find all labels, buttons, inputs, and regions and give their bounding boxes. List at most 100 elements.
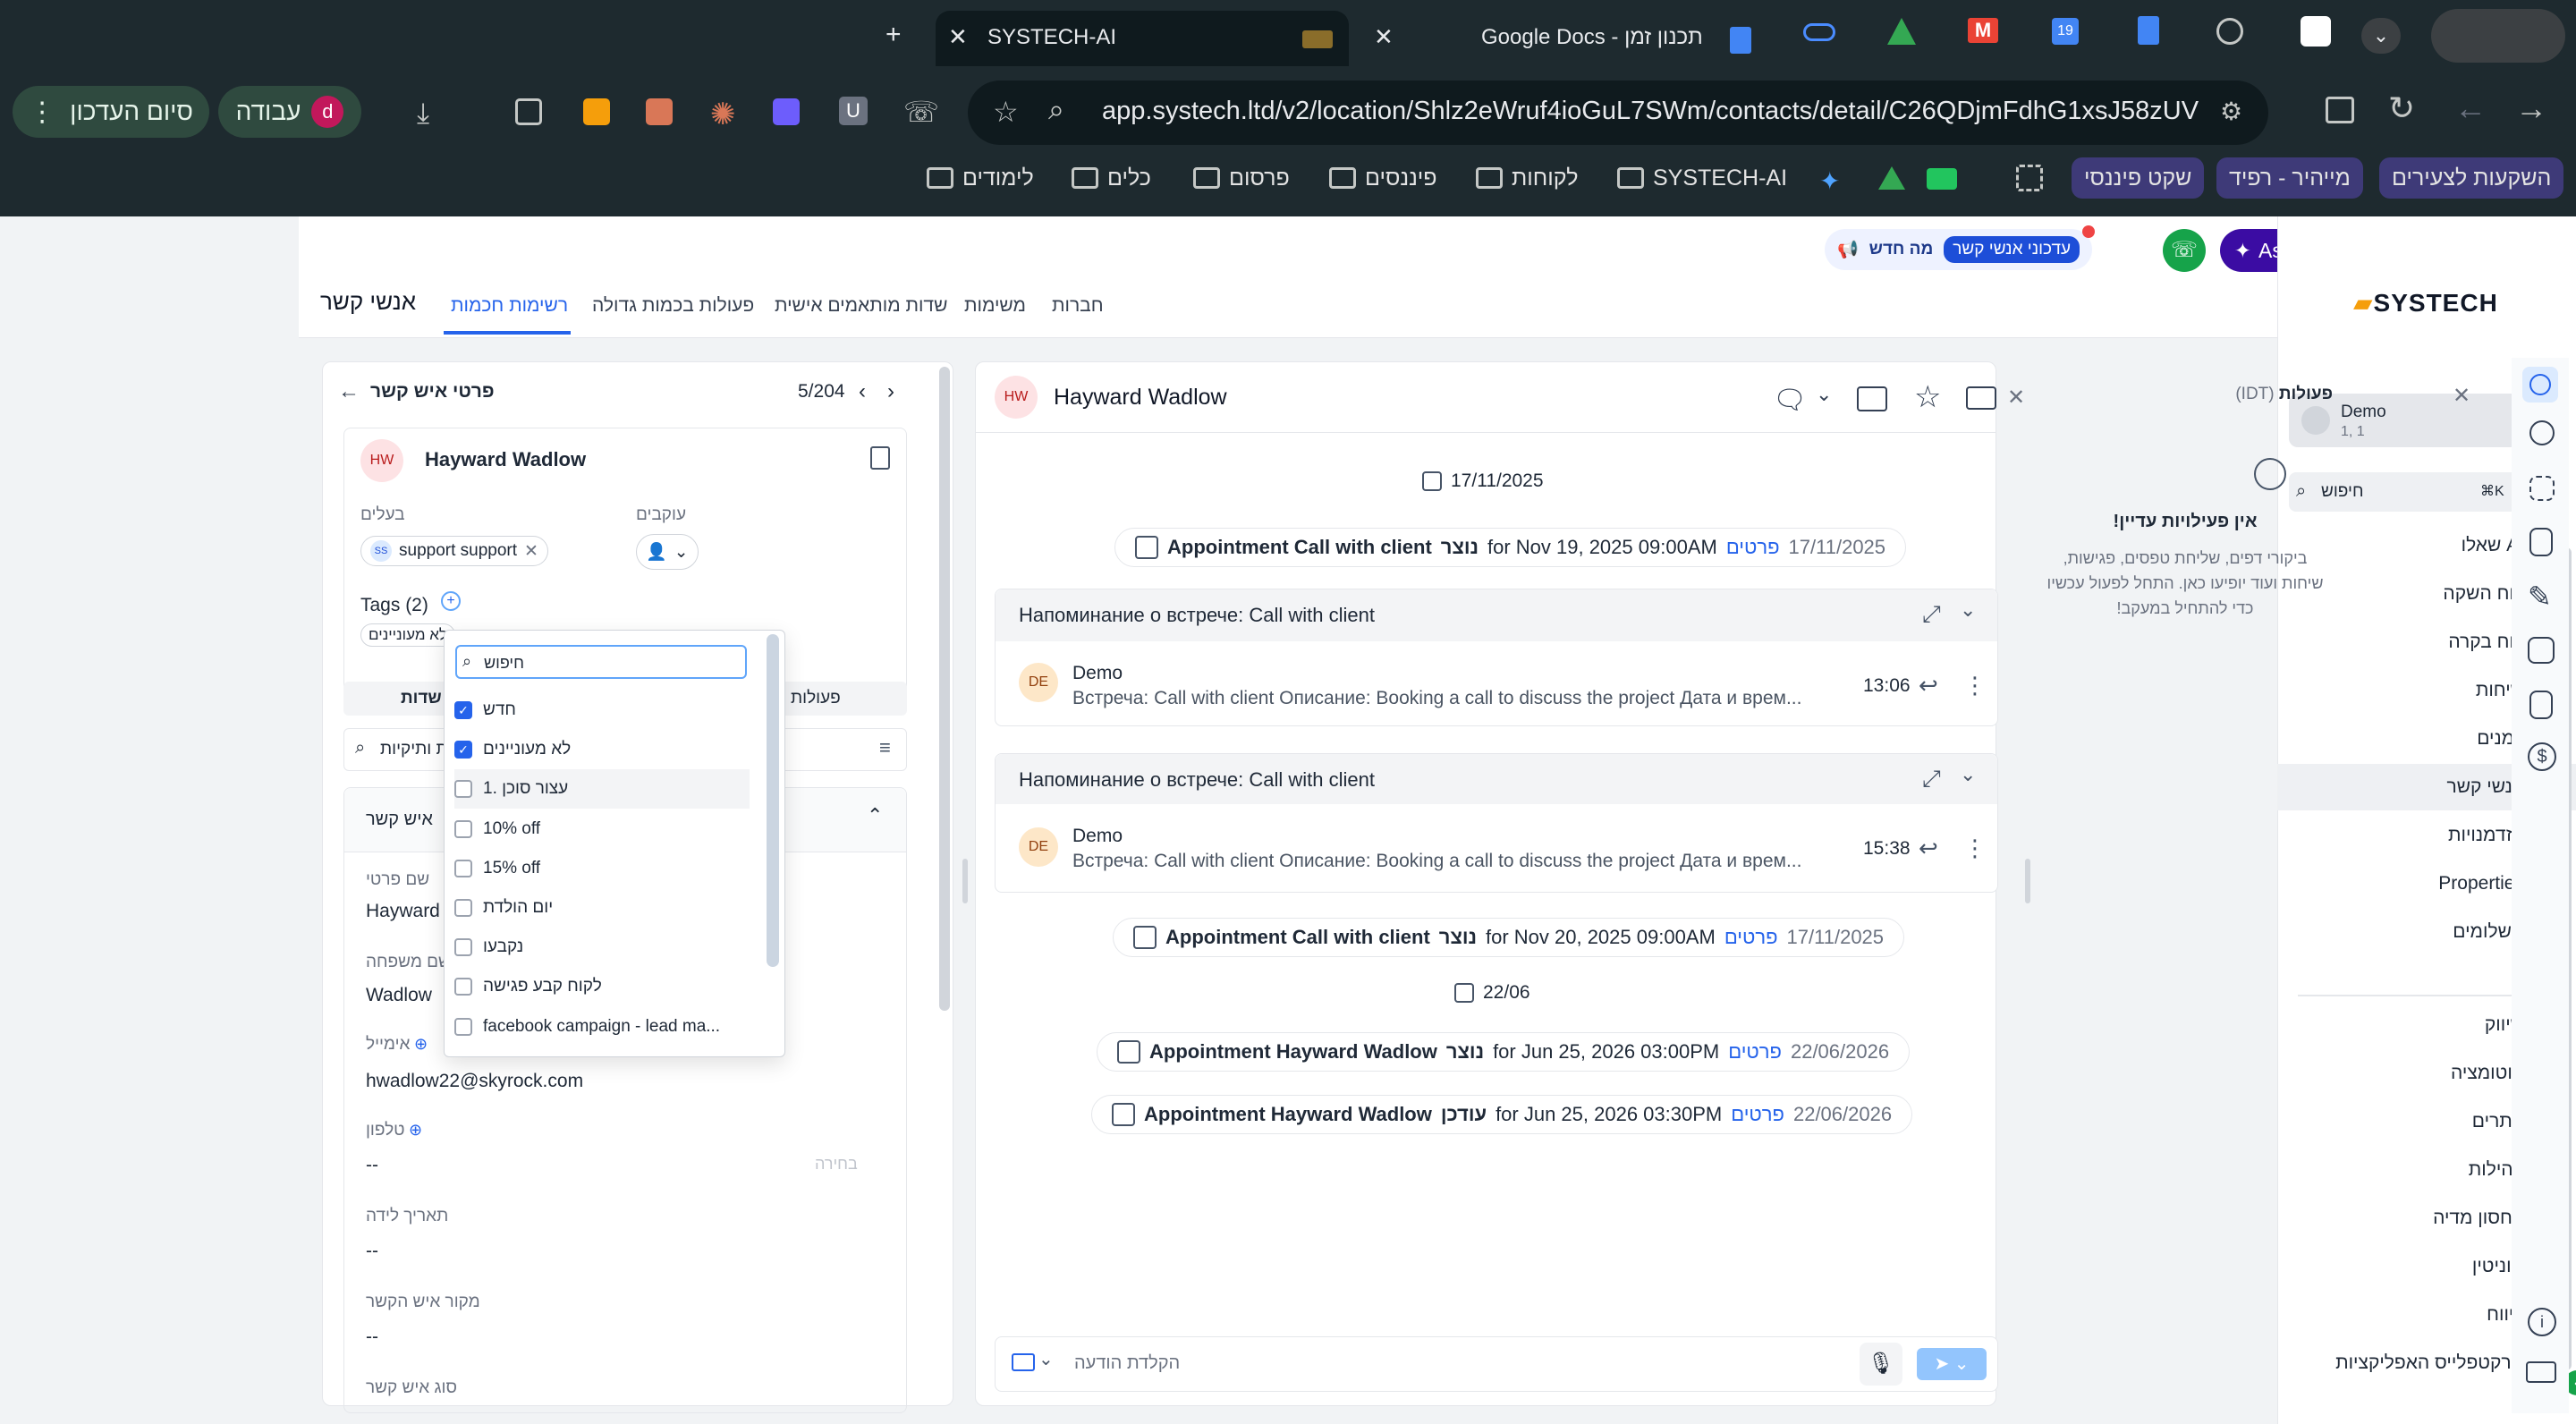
last-name-value[interactable]: Wadlow — [366, 985, 432, 1006]
search-box[interactable]: ⌕ חיפוש ⌘K — [2289, 472, 2523, 512]
tab-tasks[interactable]: משימות — [964, 295, 1026, 317]
meta-icon[interactable] — [1803, 23, 1835, 41]
gmail-icon[interactable]: M — [1968, 18, 1998, 43]
calendar-icon[interactable]: 19 — [2052, 18, 2079, 45]
tab-smart-lists[interactable]: רשימות חכמות — [451, 295, 568, 317]
bookmark-youth-investments[interactable]: השקעות לצעירים — [2379, 157, 2564, 199]
panel-resize-handle[interactable] — [2025, 859, 2030, 903]
filter-icon[interactable]: ≡ — [879, 736, 891, 759]
bookmark-tools[interactable]: כלים — [1072, 157, 1151, 199]
event-pill[interactable]: Appointment Hayward Wadlow עודכן for Jun… — [1091, 1095, 1913, 1134]
followers-select[interactable]: 👤 ⌄ — [636, 534, 699, 570]
panel-resize-handle[interactable] — [962, 859, 968, 903]
tag-option[interactable]: נקבעו — [454, 928, 750, 967]
event-details-link[interactable]: פרטים — [1728, 1040, 1782, 1064]
zoom-icon[interactable]: ⌕ — [1048, 93, 1064, 127]
event-details-link[interactable]: פרטים — [1731, 1103, 1784, 1126]
chevron-down-icon[interactable]: ⌄ — [1960, 598, 1976, 622]
document-icon[interactable] — [2529, 691, 2553, 719]
drive-icon[interactable] — [1887, 18, 1916, 45]
channel-mail-icon[interactable] — [1012, 1353, 1035, 1371]
bookmark-lessons[interactable]: לימודים — [927, 157, 1034, 199]
tab-custom-fields[interactable]: שדות מותאמים אישית — [775, 295, 947, 317]
checkbox[interactable] — [454, 899, 472, 917]
chevron-down-icon[interactable]: ⌄ — [1960, 763, 1976, 786]
profile-switcher[interactable] — [2431, 9, 2565, 63]
send-button[interactable]: ➤ ⌄ — [1917, 1348, 1987, 1380]
close-icon[interactable]: ✕ — [2007, 385, 2025, 411]
back-arrow-icon[interactable]: ← — [338, 379, 360, 404]
add-tag-icon[interactable]: + — [441, 591, 461, 611]
pen-icon[interactable]: ✎ — [2528, 580, 2552, 614]
expand-icon[interactable]: ⤢ — [1922, 600, 1941, 629]
tab-bulk-actions[interactable]: פעולות בכמות גדולה — [592, 295, 754, 317]
split-view-icon[interactable] — [2326, 97, 2354, 123]
reply-icon[interactable]: ↩ — [1919, 672, 1938, 699]
keyboard-icon[interactable] — [2526, 1361, 2556, 1383]
phone-value[interactable]: -- — [366, 1155, 378, 1176]
drive-icon[interactable] — [1878, 166, 1905, 190]
expand-icon[interactable]: ⤢ — [1922, 765, 1941, 793]
close-tab-icon[interactable]: ✕ — [948, 23, 968, 51]
profile-button[interactable]: עבודה d — [218, 86, 361, 138]
checkbox[interactable] — [454, 1017, 472, 1036]
email-thread-card[interactable]: Напоминание о встрече: Call with client … — [995, 753, 1998, 893]
tag-dropdown-scrollbar[interactable] — [767, 634, 779, 967]
extension-icon[interactable] — [773, 98, 800, 125]
add-phone-icon[interactable]: ⊕ — [409, 1121, 422, 1140]
tag-option[interactable]: ✓ לא מעוניינים — [454, 730, 750, 769]
whats-new-pill[interactable]: 📢 מה חדש עדכוני אנשי קשר — [1825, 229, 2093, 270]
phone-button[interactable]: ☏ — [2163, 229, 2206, 272]
tab-google-docs[interactable]: ✕ תכנון זמן - Google Docs — [1351, 11, 1753, 66]
address-bar[interactable]: ☆ ⌕ app.systech.ltd/v2/location/Shlz2eWr… — [968, 81, 2268, 145]
details-scrollbar[interactable] — [939, 367, 950, 1011]
message-input[interactable]: הקלדת הודעה — [1074, 1353, 1180, 1374]
folder-icon[interactable] — [1857, 386, 1887, 411]
checkbox[interactable] — [454, 780, 472, 799]
microphone-icon[interactable]: 🎙 — [1860, 1343, 1902, 1386]
chevron-down-icon[interactable]: ⌄ — [1816, 383, 1832, 406]
bookmark-clients[interactable]: לקוחות — [1476, 157, 1578, 199]
bookmark-star-icon[interactable]: ☆ — [993, 95, 1019, 129]
tag-search-input[interactable]: ⌕ חיפוש — [455, 645, 747, 679]
add-email-icon[interactable]: ⊕ — [414, 1035, 428, 1054]
claude-icon[interactable]: ✺ — [710, 97, 736, 132]
calendar-icon[interactable] — [2528, 637, 2555, 664]
download-icon[interactable]: ⤓ — [417, 97, 429, 131]
first-name-value[interactable]: Hayward — [366, 901, 440, 922]
checkbox[interactable]: ✓ — [454, 701, 472, 719]
grid-icon[interactable] — [2529, 476, 2555, 501]
phone-extension-icon[interactable]: ☏ — [903, 95, 939, 129]
tag-chip[interactable]: לא מעוניינים — [360, 623, 455, 647]
close-tab-icon[interactable]: ✕ — [1374, 23, 1394, 51]
gemini-icon[interactable]: ✦ — [1819, 166, 1840, 196]
event-details-link[interactable]: פרטים — [1726, 536, 1780, 559]
birthday-value[interactable]: -- — [366, 1241, 378, 1262]
tag-option[interactable]: לקוח קבע פגישה — [454, 967, 750, 1006]
extensions-icon[interactable] — [515, 98, 542, 125]
chevron-left-icon[interactable]: ‹ — [859, 379, 866, 404]
event-pill[interactable]: Appointment Call with client נוצר for No… — [1113, 918, 1905, 957]
owner-chip[interactable]: SS support support ✕ — [360, 536, 548, 566]
reply-icon[interactable]: ↩ — [1919, 835, 1938, 862]
bookmark-systech[interactable]: SYSTECH-AI — [1617, 157, 1787, 199]
site-settings-icon[interactable]: ⚙ — [2220, 97, 2242, 126]
more-menu-icon[interactable]: ⋮ — [1963, 672, 1987, 699]
tag-option[interactable]: 10% off — [454, 809, 750, 849]
email-value[interactable]: hwadlow22@skyrock.com — [366, 1071, 583, 1092]
tab-fields[interactable]: שדות — [401, 689, 442, 708]
more-menu-icon[interactable]: ⋮ — [1963, 835, 1987, 862]
tag-option[interactable]: ✓ חדש — [454, 691, 750, 730]
remove-owner-icon[interactable]: ✕ — [524, 541, 538, 562]
tag-option[interactable]: 1. עצור סוכן — [454, 769, 750, 809]
docs-icon[interactable] — [2138, 16, 2159, 45]
chevron-down-icon[interactable]: ⌄ — [1038, 1348, 1054, 1370]
extension-icon[interactable] — [646, 98, 673, 125]
reload-icon[interactable]: ↻ — [2388, 89, 2415, 127]
event-details-link[interactable]: פרטים — [1724, 926, 1778, 949]
chevron-up-icon[interactable]: ⌃ — [867, 804, 883, 827]
bookmark-advertising[interactable]: פרסום — [1193, 157, 1290, 199]
info-icon[interactable]: i — [2528, 1308, 2556, 1336]
tab-search-icon[interactable]: ⌄ — [2361, 18, 2401, 54]
chat-channel-icon[interactable]: 🗨 — [1773, 385, 1807, 416]
